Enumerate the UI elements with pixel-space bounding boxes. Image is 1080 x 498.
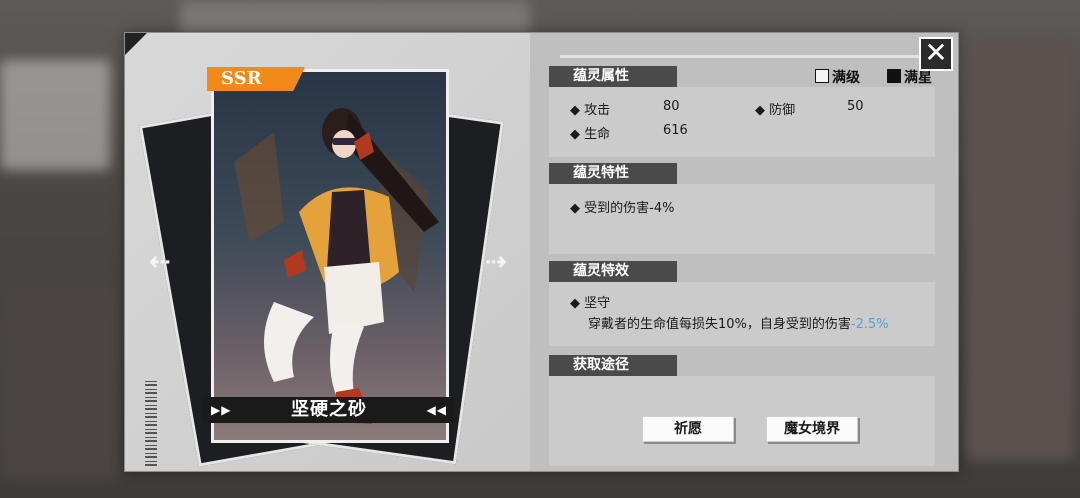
card-name-bar: ▶▶ 坚硬之砂 ◀◀	[203, 397, 455, 423]
left-chevrons-icon: ▶▶	[211, 403, 232, 417]
effect-description: 穿戴者的生命值每损失10%，自身受到的伤害-2.5%	[588, 313, 889, 332]
checkbox-checked-icon	[887, 69, 901, 83]
rarity-badge: SSR	[207, 67, 305, 91]
wish-button[interactable]: 祈愿	[642, 416, 734, 442]
info-panel: 满级 满星 蕴灵属性 ◆ 攻击 80 ◆ 防御 50 ◆ 生命 616 蕴灵特性…	[530, 33, 958, 471]
top-divider	[560, 55, 930, 58]
section-title-attributes: 蕴灵属性	[549, 66, 677, 87]
attr-label: 防御	[769, 103, 796, 118]
next-card-arrow-icon[interactable]: ⇢	[485, 247, 507, 277]
right-chevrons-icon: ◀◀	[426, 403, 447, 417]
close-icon[interactable]: ✕	[919, 37, 953, 71]
max-star-label: 满星	[904, 70, 932, 86]
attr-label: 攻击	[584, 103, 611, 118]
card-showcase: SSR ▶▶ 坚硬之砂 ◀◀ ⇠ ⇢	[125, 33, 530, 471]
prev-card-arrow-icon[interactable]: ⇠	[149, 247, 171, 277]
attr-value: 50	[847, 99, 864, 114]
trait-text: 受到的伤害-4%	[584, 201, 675, 216]
source-body	[549, 376, 935, 466]
max-level-toggle[interactable]: 满级	[815, 67, 860, 87]
effect-desc-text: 穿戴者的生命值每损失10%，自身受到的伤害	[588, 317, 851, 332]
card-artwork	[211, 69, 449, 443]
traits-body	[549, 184, 935, 254]
effect-name-row: ◆ 坚守	[570, 296, 611, 311]
card-detail-panel: SSR ▶▶ 坚硬之砂 ◀◀ ⇠ ⇢ 满级 满星 蕴灵属性 ◆ 攻击 80 ◆ …	[124, 32, 959, 472]
card-name: 坚硬之砂	[291, 399, 367, 420]
attributes-body	[549, 87, 935, 157]
witch-realm-button[interactable]: 魔女境界	[766, 416, 858, 442]
effect-desc-value: -2.5%	[850, 317, 889, 332]
attr-label: 生命	[584, 127, 611, 142]
section-title-traits: 蕴灵特性	[549, 163, 677, 184]
attr-row-defense: ◆ 防御	[755, 103, 796, 118]
effect-name: 坚守	[584, 296, 611, 311]
section-title-effects: 蕴灵特效	[549, 261, 677, 282]
attr-row-hp: ◆ 生命	[570, 127, 611, 142]
checkbox-icon	[815, 69, 829, 83]
attr-value: 80	[663, 99, 680, 114]
max-level-label: 满级	[832, 70, 860, 86]
attr-value: 616	[663, 123, 688, 138]
section-title-source: 获取途径	[549, 355, 677, 376]
barcode-decoration	[145, 378, 157, 466]
trait-line: ◆ 受到的伤害-4%	[570, 201, 675, 216]
attr-row-attack: ◆ 攻击	[570, 103, 611, 118]
